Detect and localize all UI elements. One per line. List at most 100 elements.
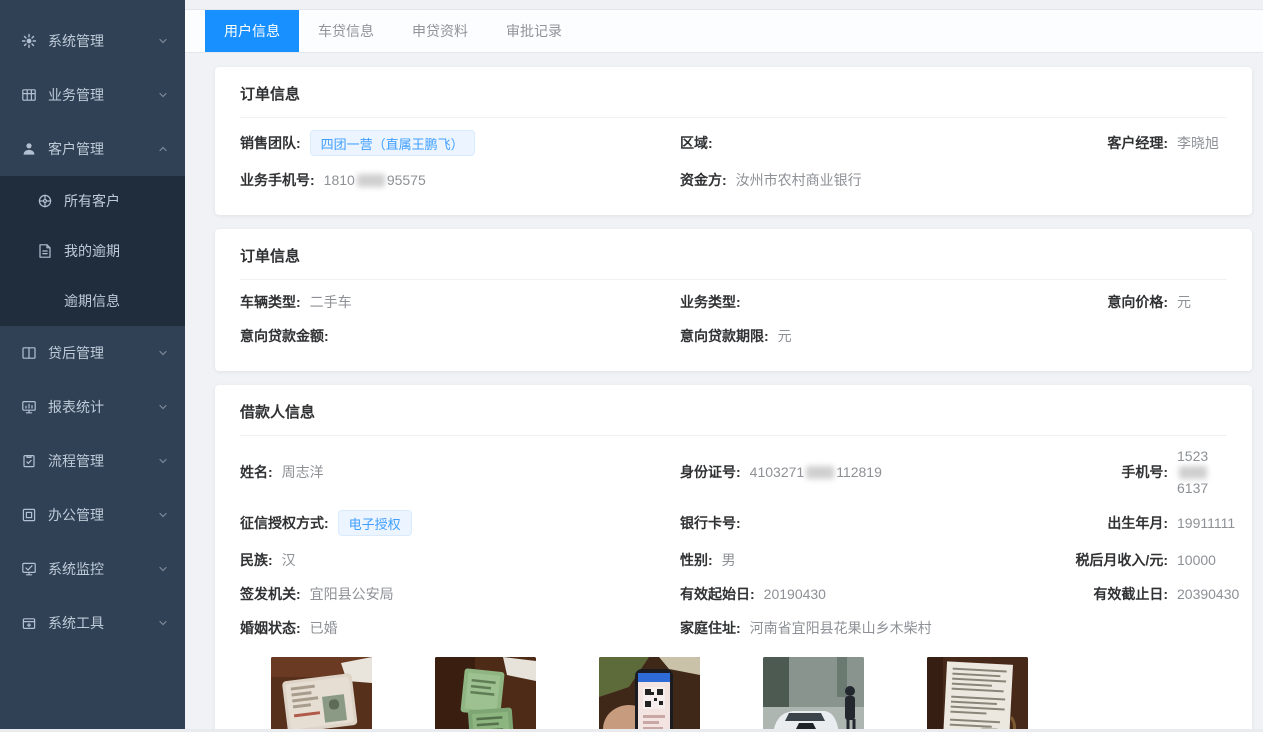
field-label: 业务手机号: <box>240 170 315 190</box>
field-business-phone: 业务手机号: 181095575 <box>240 163 680 197</box>
field-value: 河南省宜阳县花果山乡木柴村 <box>750 618 932 638</box>
photo-registration-book[interactable]: 登记证书照片 <box>435 657 536 732</box>
card-title: 订单信息 <box>240 245 1227 280</box>
field-label: 家庭住址: <box>680 618 741 638</box>
sales-team-tag[interactable]: 四团一营（直属王鹏飞） <box>310 130 475 156</box>
field-label: 意向贷款期限: <box>680 326 769 346</box>
grid-icon <box>20 87 37 104</box>
customer-mgmt-submenu: 所有客户 我的逾期 逾期信息 <box>0 176 185 326</box>
field-label: 出生年月: <box>1068 513 1168 533</box>
field-label: 销售团队: <box>240 133 301 153</box>
field-value: 周志洋 <box>282 462 324 482</box>
photo-auth-qr-code[interactable]: 征信授权码 <box>599 657 700 732</box>
tab-car-loan-info[interactable]: 车贷信息 <box>299 10 393 52</box>
field-label: 征信授权方式: <box>240 513 329 533</box>
tab-approval-records[interactable]: 审批记录 <box>487 10 581 52</box>
field-monthly-income: 税后月收入/元: 10000 <box>1068 543 1227 577</box>
redaction-blur <box>357 174 385 187</box>
sidebar-item-postloan-mgmt[interactable]: 贷后管理 <box>0 326 185 380</box>
sidebar-item-system-tools[interactable]: 系统工具 <box>0 596 185 650</box>
sidebar-item-business-mgmt[interactable]: 业务管理 <box>0 68 185 122</box>
photo-person-with-car[interactable]: 人车合影 <box>763 657 864 732</box>
field-gender: 性别: 男 <box>680 543 1068 577</box>
field-business-type: 业务类型: <box>680 285 1068 319</box>
field-label: 民族: <box>240 550 273 570</box>
photo-id-card[interactable]: 人像面 <box>271 657 372 732</box>
chevron-down-icon <box>157 509 169 521</box>
field-vehicle-type: 车辆类型: 二手车 <box>240 285 680 319</box>
chevron-down-icon <box>157 347 169 359</box>
field-value: 15236137 <box>1177 448 1227 496</box>
qr-code-photo-thumbnail <box>599 657 700 732</box>
field-home-address: 家庭住址: 河南省宜阳县花果山乡木柴村 <box>680 611 1068 645</box>
field-label: 银行卡号: <box>680 513 741 533</box>
detail-tabs: 用户信息 车贷信息 申贷资料 审批记录 <box>185 10 1263 53</box>
sidebar-item-overdue-info[interactable]: 逾期信息 <box>0 276 185 326</box>
sidebar-item-label: 系统监控 <box>48 559 104 579</box>
field-funder: 资金方: 汝州市农村商业银行 <box>680 163 1068 197</box>
field-value: 汝州市农村商业银行 <box>736 170 862 190</box>
sidebar-item-label: 报表统计 <box>48 397 104 417</box>
field-loan-amount: 意向贷款金额: <box>240 319 680 353</box>
office-icon <box>20 507 37 524</box>
field-label: 客户经理: <box>1068 133 1168 153</box>
sidebar-item-system-mgmt[interactable]: 系统管理 <box>0 14 185 68</box>
borrower-photos: 人像面 登记证书照片 征信授权码 人车合影 <box>240 645 1227 732</box>
sidebar-item-label: 系统工具 <box>48 613 104 633</box>
credit-auth-tag[interactable]: 电子授权 <box>338 510 412 536</box>
sidebar-item-label: 客户管理 <box>48 139 104 159</box>
id-card-photo-thumbnail <box>271 657 372 732</box>
tab-label: 申贷资料 <box>412 21 468 41</box>
field-value: 20190430 <box>764 586 826 602</box>
monitor-icon <box>20 561 37 578</box>
field-valid-from: 有效起始日: 20190430 <box>680 577 1068 611</box>
book-icon <box>20 345 37 362</box>
field-label: 有效起始日: <box>680 584 755 604</box>
field-label: 车辆类型: <box>240 292 301 312</box>
field-value: 元 <box>778 326 792 346</box>
field-value: 二手车 <box>310 292 352 312</box>
sidebar-item-label: 办公管理 <box>48 505 104 525</box>
field-value: 20390430 <box>1177 586 1239 602</box>
sidebar-item-label: 贷后管理 <box>48 343 104 363</box>
sidebar-item-system-monitor[interactable]: 系统监控 <box>0 542 185 596</box>
document-icon <box>36 243 53 260</box>
sidebar: 系统管理 业务管理 客户管理 所有客户 我的逾期 逾期信息 <box>0 0 185 732</box>
field-empty <box>1068 319 1227 353</box>
field-birth-date: 出生年月: 19911111 <box>1068 503 1235 543</box>
tab-user-info[interactable]: 用户信息 <box>205 10 299 52</box>
field-label: 手机号: <box>1068 462 1168 482</box>
field-empty <box>1068 611 1227 645</box>
photo-handwritten-document[interactable]: 其他资料 <box>927 657 1028 732</box>
field-label: 签发机关: <box>240 584 301 604</box>
sidebar-item-office-mgmt[interactable]: 办公管理 <box>0 488 185 542</box>
field-valid-to: 有效截止日: 20390430 <box>1068 577 1239 611</box>
sidebar-item-label: 流程管理 <box>48 451 104 471</box>
field-value: 汉 <box>282 550 296 570</box>
tool-icon <box>20 615 37 632</box>
field-value: 宜阳县公安局 <box>310 584 394 604</box>
field-account-manager: 客户经理: 李晓旭 <box>1068 123 1227 163</box>
field-loan-term: 意向贷款期限: 元 <box>680 319 1068 353</box>
field-label: 资金方: <box>680 170 727 190</box>
tab-label: 车贷信息 <box>318 21 374 41</box>
field-value: 4103271112819 <box>750 464 882 480</box>
sidebar-item-label: 所有客户 <box>64 191 120 211</box>
sidebar-item-my-overdue[interactable]: 我的逾期 <box>0 226 185 276</box>
main-content: 用户信息 车贷信息 申贷资料 审批记录 订单信息 销售团队: 四团一营（直属王鹏… <box>185 0 1263 732</box>
field-label: 身份证号: <box>680 462 741 482</box>
borrower-info-card: 借款人信息 姓名: 周志洋 身份证号: 4103271112819 手机号: 1… <box>215 385 1252 732</box>
sidebar-item-customer-mgmt[interactable]: 客户管理 <box>0 122 185 176</box>
card-title: 订单信息 <box>240 83 1227 118</box>
chevron-down-icon <box>157 89 169 101</box>
sidebar-item-report-stats[interactable]: 报表统计 <box>0 380 185 434</box>
gear-icon <box>20 33 37 50</box>
flow-icon <box>20 453 37 470</box>
field-value: 元 <box>1177 292 1191 312</box>
chevron-down-icon <box>157 35 169 47</box>
sidebar-item-process-mgmt[interactable]: 流程管理 <box>0 434 185 488</box>
tab-loan-application-docs[interactable]: 申贷资料 <box>393 10 487 52</box>
sidebar-item-all-customers[interactable]: 所有客户 <box>0 176 185 226</box>
field-label: 意向价格: <box>1068 292 1168 312</box>
user-icon <box>20 141 37 158</box>
